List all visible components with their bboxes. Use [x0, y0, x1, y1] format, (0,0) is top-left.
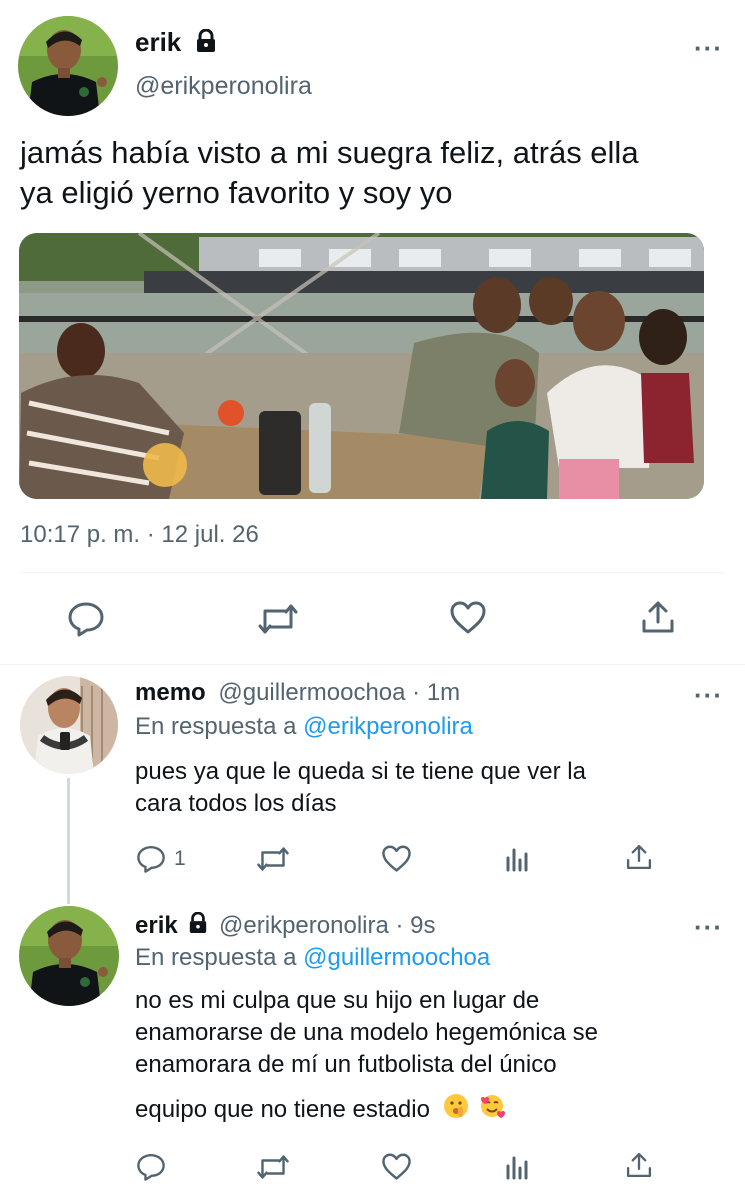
- retweet-icon[interactable]: [256, 1154, 290, 1180]
- reply-icon[interactable]: [136, 1152, 166, 1182]
- like-icon[interactable]: [381, 1153, 412, 1181]
- reply-count: 1: [174, 847, 186, 870]
- more-icon[interactable]: ···: [694, 35, 723, 61]
- reply-author-name[interactable]: erik: [135, 912, 178, 939]
- retweet-icon[interactable]: [256, 846, 290, 872]
- avatar[interactable]: [20, 676, 118, 774]
- smiling-face-with-hearts-emoji: [479, 1093, 506, 1128]
- in-reply-to-handle[interactable]: @guillermoochoa: [303, 944, 490, 971]
- reply-text-line: enamorarse de una modelo hegemónica se: [135, 1019, 598, 1046]
- avatar[interactable]: [19, 906, 119, 1006]
- in-reply-to-label: En respuesta a: [135, 713, 297, 740]
- reply-text-line: enamorara de mí un futbolista del único: [135, 1051, 557, 1078]
- reply-text-line: cara todos los días: [135, 790, 337, 817]
- time-separator: ·: [146, 521, 155, 548]
- reply-author-handle[interactable]: @erikperonolira: [219, 912, 389, 939]
- reply-text-line: equipo que no tiene estadio: [135, 1095, 430, 1123]
- reply-time[interactable]: · 1m: [412, 679, 460, 706]
- retweet-icon[interactable]: [257, 603, 299, 635]
- reply-time[interactable]: · 9s: [396, 912, 436, 939]
- lock-icon: [188, 911, 208, 942]
- lock-icon: [195, 28, 217, 60]
- like-icon[interactable]: [381, 845, 412, 873]
- tweet-text-line: jamás había visto a mi suegra feliz, atr…: [20, 135, 639, 170]
- reply-author-name[interactable]: memo: [135, 679, 206, 706]
- shushing-face-emoji: [443, 1093, 469, 1128]
- views-icon[interactable]: [504, 1154, 530, 1180]
- reply-icon[interactable]: [67, 601, 105, 637]
- more-icon[interactable]: ···: [694, 682, 723, 708]
- reply-text-line: pues ya que le queda si te tiene que ver…: [135, 758, 586, 785]
- divider: [0, 664, 745, 665]
- in-reply-to-label: En respuesta a: [135, 944, 297, 971]
- tweet-photo[interactable]: [19, 233, 704, 499]
- tweet-time[interactable]: 10:17 p. m.: [20, 521, 140, 548]
- more-icon[interactable]: ···: [694, 914, 723, 940]
- in-reply-to-handle[interactable]: @erikperonolira: [303, 713, 473, 740]
- views-icon[interactable]: [504, 846, 530, 872]
- author-name[interactable]: erik: [135, 27, 181, 57]
- divider: [20, 572, 725, 573]
- avatar[interactable]: [18, 16, 118, 116]
- share-icon[interactable]: [625, 1151, 653, 1179]
- reply-icon[interactable]: [136, 844, 166, 874]
- share-icon[interactable]: [640, 599, 676, 635]
- reply-author-handle[interactable]: @guillermoochoa: [218, 679, 405, 706]
- share-icon[interactable]: [625, 843, 653, 871]
- author-handle[interactable]: @erikperonolira: [135, 70, 312, 102]
- thread-line: [67, 778, 70, 904]
- like-icon[interactable]: [449, 601, 487, 635]
- tweet-date[interactable]: 12 jul. 26: [161, 521, 258, 548]
- reply-text-line: no es mi culpa que su hijo en lugar de: [135, 987, 540, 1014]
- tweet-text-line: ya eligió yerno favorito y soy yo: [20, 175, 453, 210]
